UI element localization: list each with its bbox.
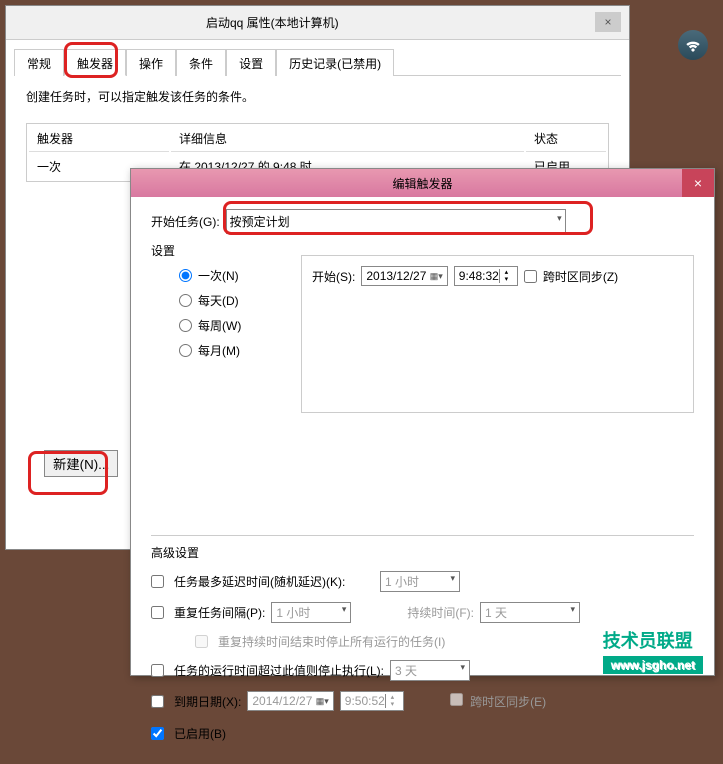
begin-task-value: 按预定计划 — [230, 213, 290, 230]
radio-monthly[interactable] — [179, 344, 192, 357]
main-title: 启动qq 属性(本地计算机) — [206, 14, 339, 31]
expire-sync-label: 跨时区同步(E) — [470, 695, 546, 709]
stop-longer-label: 任务的运行时间超过此值则停止执行(L): — [174, 662, 384, 679]
new-trigger-button[interactable]: 新建(N)... — [44, 450, 118, 477]
radio-daily[interactable] — [179, 294, 192, 307]
repeat-checkbox[interactable] — [151, 606, 164, 619]
enabled-checkbox[interactable] — [151, 727, 164, 740]
advanced-separator — [151, 535, 694, 536]
main-close-button[interactable]: × — [595, 12, 621, 32]
expire-checkbox[interactable] — [151, 695, 164, 708]
start-time-input[interactable]: 9:48:32▴▾ — [454, 266, 518, 286]
delay-combo[interactable]: 1 小时▾ — [380, 571, 460, 592]
watermark: 技术员联盟 www.jsgho.net — [603, 627, 703, 674]
edit-trigger-dialog: 编辑触发器 × 开始任务(G): 按预定计划 ▾ 设置 一次(N) 每天(D) … — [130, 168, 715, 676]
edit-close-button[interactable]: × — [682, 169, 714, 197]
begin-task-select[interactable]: 按预定计划 ▾ — [226, 209, 566, 234]
edit-title: 编辑触发器 — [392, 175, 452, 192]
stop-running-label: 重复持续时间结束时停止所有运行的任务(I) — [218, 633, 445, 650]
expire-time-input[interactable]: 9:50:52▴▾ — [340, 691, 404, 711]
tab-general[interactable]: 常规 — [14, 49, 64, 76]
expire-sync-checkbox — [450, 693, 463, 706]
col-detail: 详细信息 — [171, 126, 524, 152]
main-title-bar: 启动qq 属性(本地计算机) × — [6, 6, 629, 40]
repeat-combo[interactable]: 1 小时▾ — [271, 602, 351, 623]
enabled-label: 已启用(B) — [174, 725, 226, 742]
chevron-down-icon: ▾ — [557, 213, 562, 230]
delay-label: 任务最多延迟时间(随机延迟)(K): — [174, 573, 374, 590]
spinner-icon[interactable]: ▴▾ — [499, 269, 513, 283]
stop-longer-combo[interactable]: 3 天▾ — [390, 660, 470, 681]
tab-history[interactable]: 历史记录(已禁用) — [276, 49, 394, 76]
duration-combo[interactable]: 1 天▾ — [480, 602, 580, 623]
main-tabs: 常规 触发器 操作 条件 设置 历史记录(已禁用) — [14, 48, 621, 76]
delay-checkbox[interactable] — [151, 575, 164, 588]
tab-triggers[interactable]: 触发器 — [64, 49, 126, 76]
stop-running-checkbox — [195, 635, 208, 648]
expire-label: 到期日期(X): — [174, 693, 241, 710]
radio-once[interactable] — [179, 269, 192, 282]
tab-actions[interactable]: 操作 — [126, 49, 176, 76]
stop-longer-checkbox[interactable] — [151, 664, 164, 677]
wifi-icon — [678, 30, 708, 60]
repeat-label: 重复任务间隔(P): — [174, 604, 265, 621]
start-label: 开始(S): — [312, 268, 355, 285]
expire-date-input[interactable]: 2014/12/27 ▦▾ — [247, 691, 333, 711]
radio-weekly[interactable] — [179, 319, 192, 332]
edit-title-bar: 编辑触发器 × — [131, 169, 714, 197]
start-date-input[interactable]: 2013/12/27 ▦▾ — [361, 266, 447, 286]
advanced-header: 高级设置 — [151, 544, 694, 561]
col-status: 状态 — [526, 126, 606, 152]
schedule-panel: 开始(S): 2013/12/27 ▦▾ 9:48:32▴▾ 跨时区同步(Z) — [301, 255, 694, 413]
col-trigger: 触发器 — [29, 126, 169, 152]
tab-conditions[interactable]: 条件 — [176, 49, 226, 76]
sync-timezone-checkbox[interactable] — [524, 270, 537, 283]
calendar-icon: ▦▾ — [430, 271, 443, 282]
sync-timezone-label: 跨时区同步(Z) — [543, 268, 618, 285]
triggers-description: 创建任务时，可以指定触发该任务的条件。 — [26, 88, 609, 105]
begin-task-label: 开始任务(G): — [151, 213, 220, 230]
duration-label: 持续时间(F): — [407, 604, 474, 621]
tab-settings[interactable]: 设置 — [226, 49, 276, 76]
